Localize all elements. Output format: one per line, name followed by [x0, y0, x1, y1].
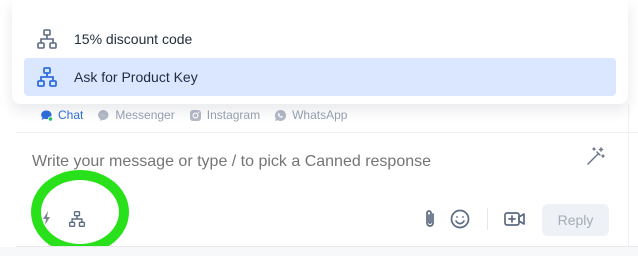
emoji-icon[interactable]	[449, 208, 471, 230]
dropdown-item-discount-code[interactable]: 15% discount code	[24, 20, 616, 58]
dropdown-item-product-key[interactable]: Ask for Product Key	[24, 58, 616, 96]
instagram-icon	[189, 109, 202, 122]
reply-button[interactable]: Reply	[542, 204, 609, 236]
bolt-icon[interactable]	[42, 211, 52, 225]
workflow-icon[interactable]	[68, 210, 86, 228]
dropdown-item-label: 15% discount code	[74, 31, 193, 47]
workflow-icon	[36, 66, 58, 88]
chat-icon	[40, 109, 53, 122]
tab-label: Messenger	[115, 108, 175, 122]
tab-label: WhatsApp	[292, 108, 348, 122]
dropdown-item-label: Ask for Product Key	[74, 69, 198, 85]
tab-label: Chat	[58, 108, 84, 122]
magic-wand-icon[interactable]	[584, 146, 606, 168]
video-icon[interactable]	[503, 209, 527, 229]
bottom-strip	[0, 247, 638, 256]
tab-messenger[interactable]: Messenger	[97, 108, 175, 122]
workflow-icon	[36, 28, 58, 50]
tab-chat[interactable]: Chat	[40, 108, 83, 122]
channel-tabs: Chat Messenger Instagram WhatsApp	[40, 106, 347, 124]
tab-label: Instagram	[206, 108, 261, 122]
message-input[interactable]	[32, 150, 572, 174]
messenger-icon	[97, 109, 110, 122]
canned-response-dropdown: 15% discount code Ask for Product Key	[12, 0, 628, 104]
panel-edge	[628, 104, 629, 246]
toolbar-separator	[487, 208, 488, 230]
tab-instagram[interactable]: Instagram	[189, 108, 260, 122]
paperclip-icon[interactable]	[420, 208, 440, 230]
composer-divider	[16, 132, 638, 133]
whatsapp-icon	[274, 109, 287, 122]
tab-whatsapp[interactable]: WhatsApp	[274, 108, 347, 122]
